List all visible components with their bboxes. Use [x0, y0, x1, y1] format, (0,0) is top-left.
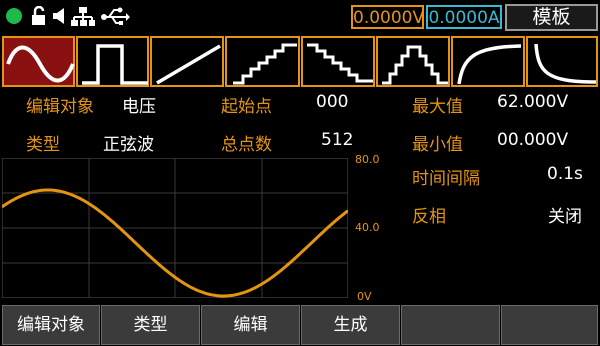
min-value[interactable]: 00.000V [497, 130, 568, 150]
y-tick-bottom: 0V [357, 290, 372, 303]
exponential-rise-icon [457, 44, 522, 85]
staircase-up-icon [233, 43, 297, 85]
min-value-label: 最小值 [412, 135, 463, 155]
template-button[interactable]: 模板 [505, 4, 598, 31]
type-label: 类型 [26, 135, 60, 155]
total-points-label: 总点数 [221, 135, 272, 155]
max-value[interactable]: 62.000V [497, 92, 568, 112]
total-points-value[interactable]: 512 [321, 130, 353, 150]
current-readout: 0.0000A [426, 5, 502, 29]
staircase-down-icon [307, 43, 373, 83]
status-bar: 0.0000V 0.0000A 模板 [0, 0, 600, 33]
wave-staircase-up-down-button[interactable] [376, 36, 450, 87]
invert-value[interactable]: 关闭 [548, 202, 582, 227]
signal-editor-screen: 0.0000V 0.0000A 模板 编辑对象 电压 起始点 000 最大值 6… [0, 0, 600, 346]
wave-ramp-button[interactable] [150, 36, 224, 87]
unlock-icon [30, 5, 48, 30]
time-interval-value[interactable]: 0.1s [547, 164, 583, 184]
softkey-type[interactable]: 类型 [101, 305, 200, 345]
exponential-fall-icon [534, 43, 597, 84]
y-tick-top: 80.0 [355, 153, 380, 166]
usb-icon [100, 6, 130, 32]
softkey-bar: 编辑对象 类型 编辑 生成 [0, 303, 600, 346]
staircase-up-down-icon [382, 45, 448, 85]
wave-exp-fall-button[interactable] [526, 36, 598, 87]
softkey-edit-object[interactable]: 编辑对象 [2, 305, 100, 345]
type-value[interactable]: 正弦波 [103, 130, 154, 155]
y-tick-mid: 40.0 [355, 221, 380, 234]
square-wave-icon [82, 44, 148, 85]
wave-exp-rise-button[interactable] [451, 36, 525, 87]
waveform-preview [2, 158, 348, 298]
start-point-value[interactable]: 000 [316, 92, 348, 112]
wave-square-button[interactable] [76, 36, 149, 87]
ramp-wave-icon [156, 44, 221, 85]
softkey-blank-6[interactable] [501, 305, 598, 345]
wave-staircase-down-button[interactable] [301, 36, 375, 87]
softkey-blank-5[interactable] [401, 305, 500, 345]
max-value-label: 最大值 [412, 97, 463, 117]
sine-wave-icon [6, 45, 75, 83]
invert-label: 反相 [412, 207, 446, 227]
wave-sine-button[interactable] [2, 36, 75, 87]
status-dot [6, 8, 22, 24]
network-icon [70, 6, 96, 32]
edit-object-label: 编辑对象 [26, 97, 94, 117]
edit-object-value[interactable]: 电压 [122, 92, 156, 117]
start-point-label: 起始点 [221, 97, 272, 117]
time-interval-label: 时间间隔 [412, 169, 480, 189]
wave-staircase-up-button[interactable] [225, 36, 300, 87]
voltage-readout: 0.0000V [351, 5, 424, 29]
softkey-edit[interactable]: 编辑 [201, 305, 300, 345]
softkey-generate[interactable]: 生成 [301, 305, 400, 345]
speaker-icon [52, 6, 66, 30]
waveform-selector [0, 36, 600, 87]
